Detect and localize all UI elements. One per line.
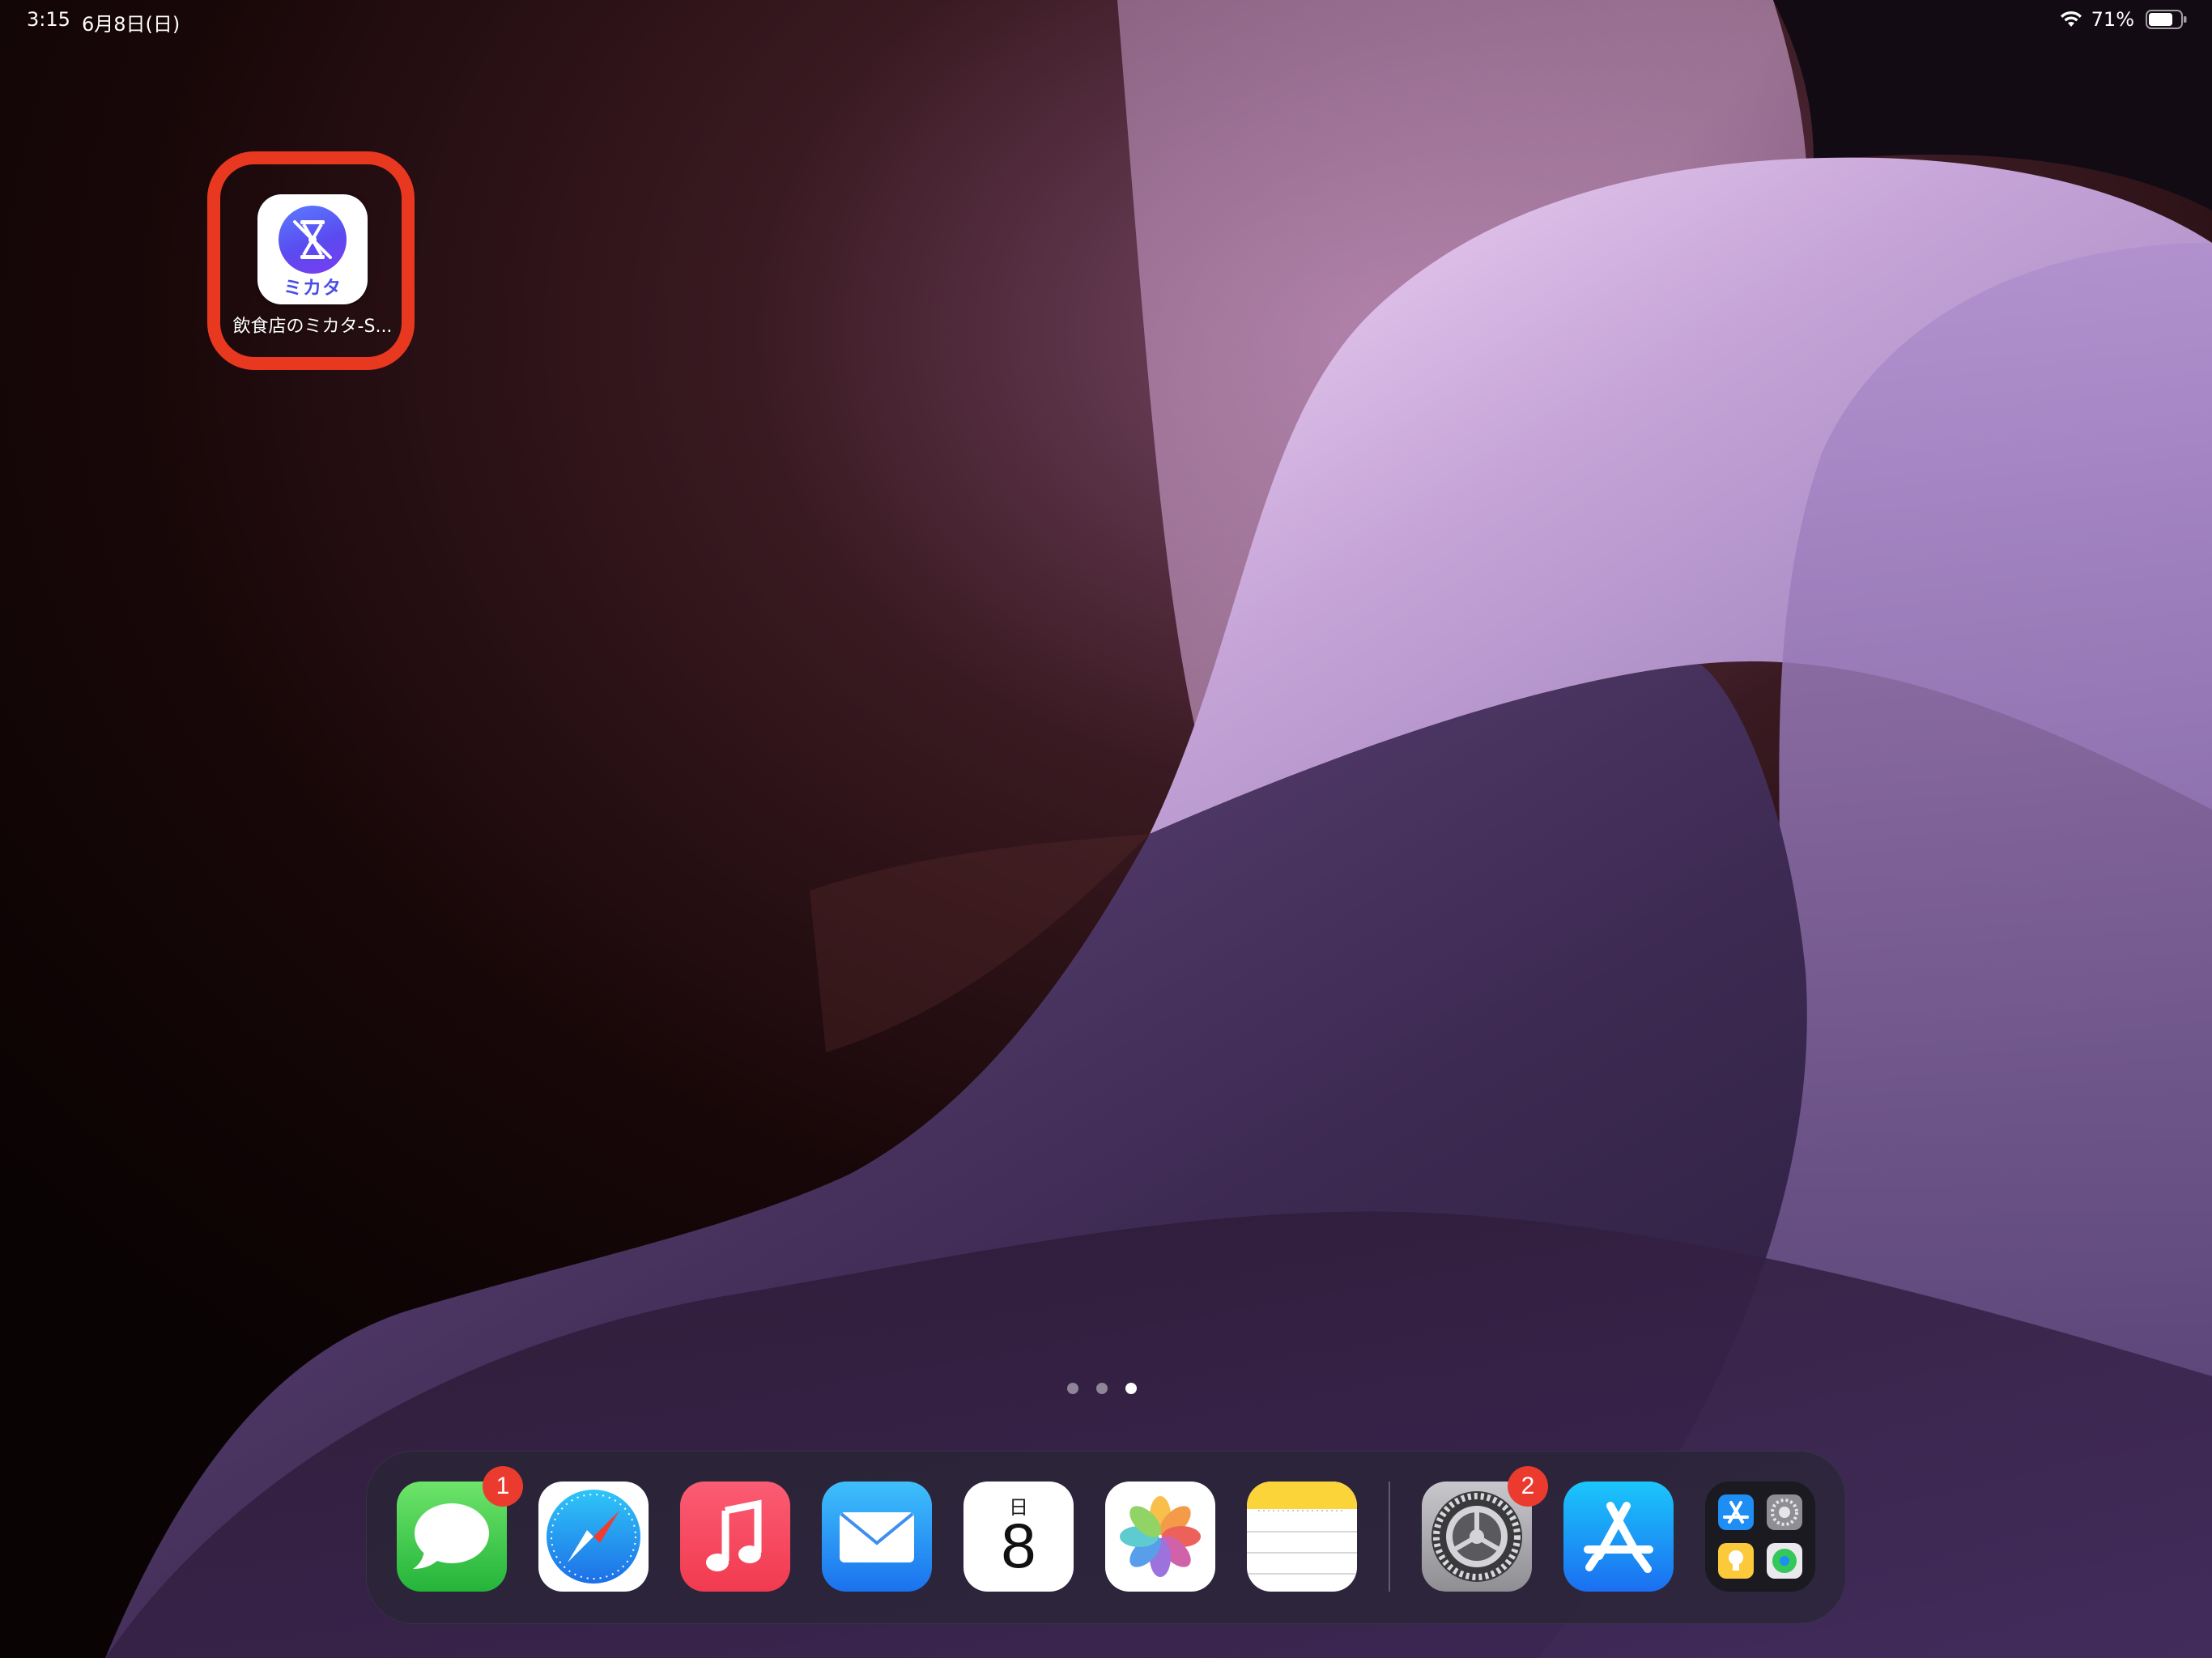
safari-icon[interactable] (538, 1482, 649, 1592)
mail-icon[interactable] (822, 1482, 932, 1592)
dock-divider (1389, 1482, 1390, 1592)
mikata-app-icon[interactable]: ミカタ (257, 194, 368, 304)
page-dot[interactable] (1067, 1383, 1078, 1394)
mikata-logo-circle (279, 206, 347, 274)
status-time: 3:15 (27, 8, 70, 31)
status-indicators: 71% (2059, 6, 2188, 32)
mail-glyph (822, 1482, 932, 1592)
page-indicator[interactable] (1067, 1383, 1137, 1394)
status-date: 6月8日(日) (82, 13, 181, 36)
photos-glyph (1105, 1482, 1215, 1592)
app-label: 飲食店のミカタ-S... (232, 317, 393, 337)
page-dot[interactable] (1096, 1383, 1108, 1394)
music-icon[interactable] (680, 1482, 790, 1592)
no-food-icon (293, 220, 332, 259)
app-store-glyph (1563, 1482, 1674, 1592)
safari-glyph (538, 1482, 649, 1592)
calendar-date: 8 (1001, 1510, 1036, 1581)
app-library-glyph (1718, 1494, 1802, 1579)
app-store-icon[interactable] (1563, 1482, 1674, 1592)
mikata-brand-text: ミカタ (283, 278, 342, 299)
messages-badge: 1 (483, 1466, 523, 1507)
photos-icon[interactable] (1105, 1482, 1215, 1592)
battery-percent: 71% (2091, 8, 2134, 31)
page-dot-active[interactable] (1125, 1383, 1137, 1394)
notes-icon[interactable] (1247, 1482, 1357, 1592)
status-bar: 3:15 6月8日(日) 71% (0, 0, 2212, 40)
battery-icon (2146, 10, 2187, 29)
home-screen: 3:15 6月8日(日) 71% ミカタ 飲食店のミカタ-S... 1 日 8 … (0, 0, 2212, 1658)
calendar-icon[interactable]: 日 8 (963, 1482, 1074, 1592)
app-library-icon[interactable] (1705, 1482, 1815, 1592)
music-glyph (680, 1482, 790, 1592)
notes-glyph (1247, 1482, 1357, 1592)
settings-badge: 2 (1508, 1466, 1548, 1507)
wifi-icon (2060, 11, 2082, 27)
